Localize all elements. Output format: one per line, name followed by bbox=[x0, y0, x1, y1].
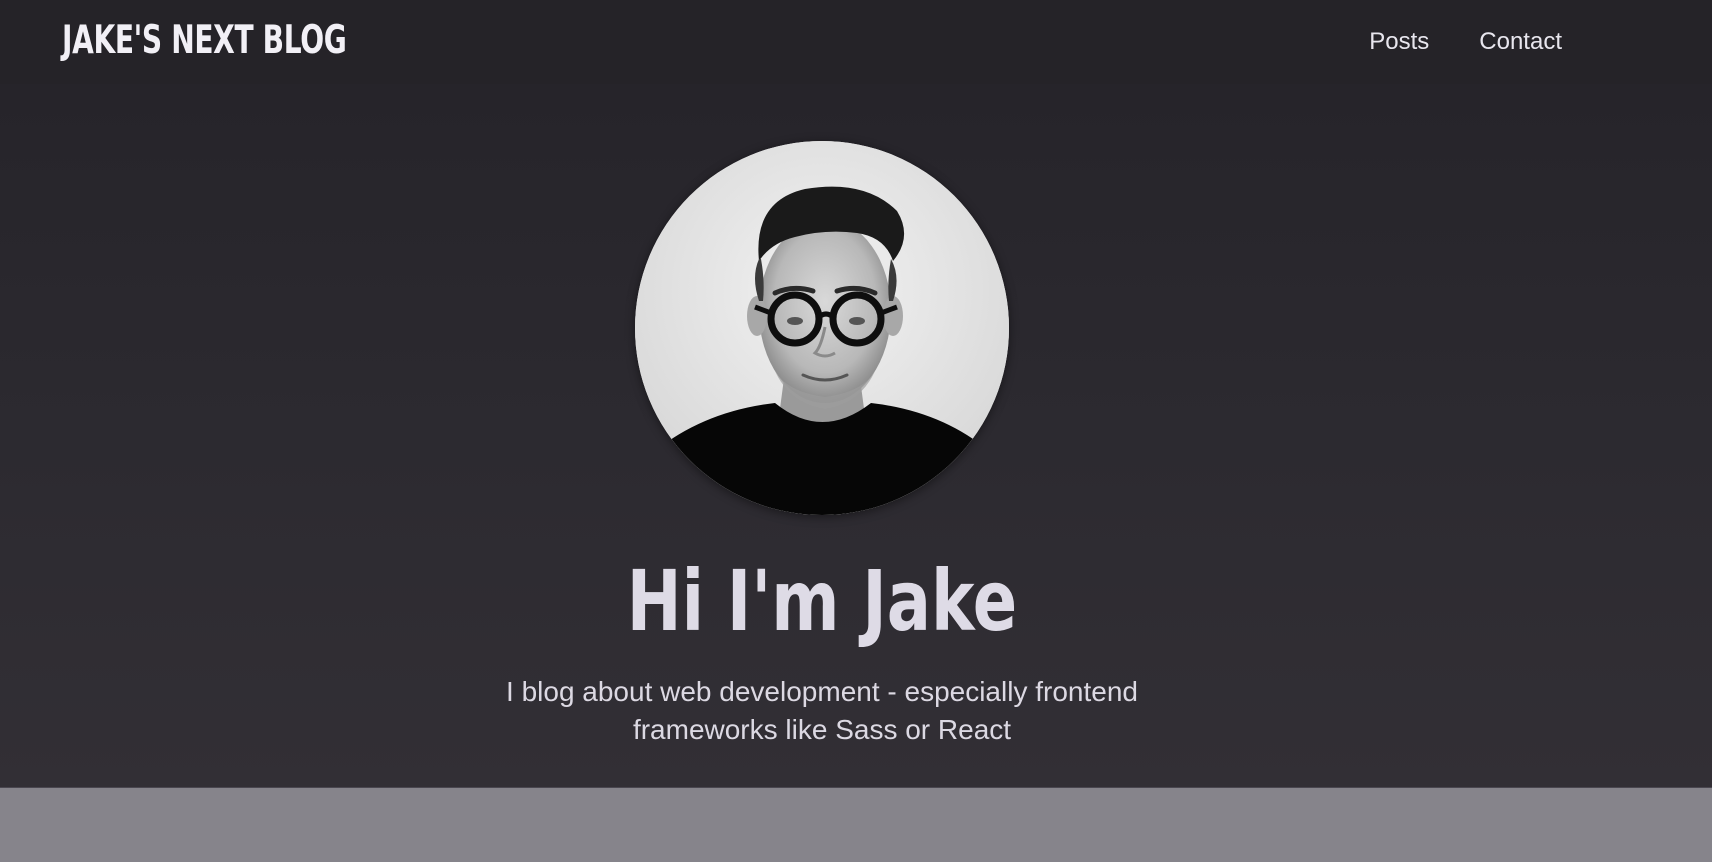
nav-item-posts: Posts bbox=[1369, 22, 1429, 62]
avatar bbox=[635, 141, 1009, 515]
hero-section: Hi I'm Jake I blog about web development… bbox=[0, 84, 1712, 788]
avatar-image bbox=[635, 141, 1009, 515]
nav-link-posts[interactable]: Posts bbox=[1369, 28, 1429, 55]
hero-description: I blog about web development - especiall… bbox=[506, 676, 1138, 745]
hero-title: Hi I'm Jake bbox=[626, 552, 1018, 650]
nav-item-contact: Contact bbox=[1479, 22, 1562, 62]
main-nav: Posts Contact bbox=[1369, 22, 1562, 62]
site-logo-link[interactable]: JAKE'S NEXT BLOG bbox=[62, 16, 347, 66]
site-header: JAKE'S NEXT BLOG Posts Contact bbox=[0, 0, 1712, 84]
page-footer-area bbox=[0, 788, 1712, 862]
nav-link-contact[interactable]: Contact bbox=[1479, 28, 1562, 55]
